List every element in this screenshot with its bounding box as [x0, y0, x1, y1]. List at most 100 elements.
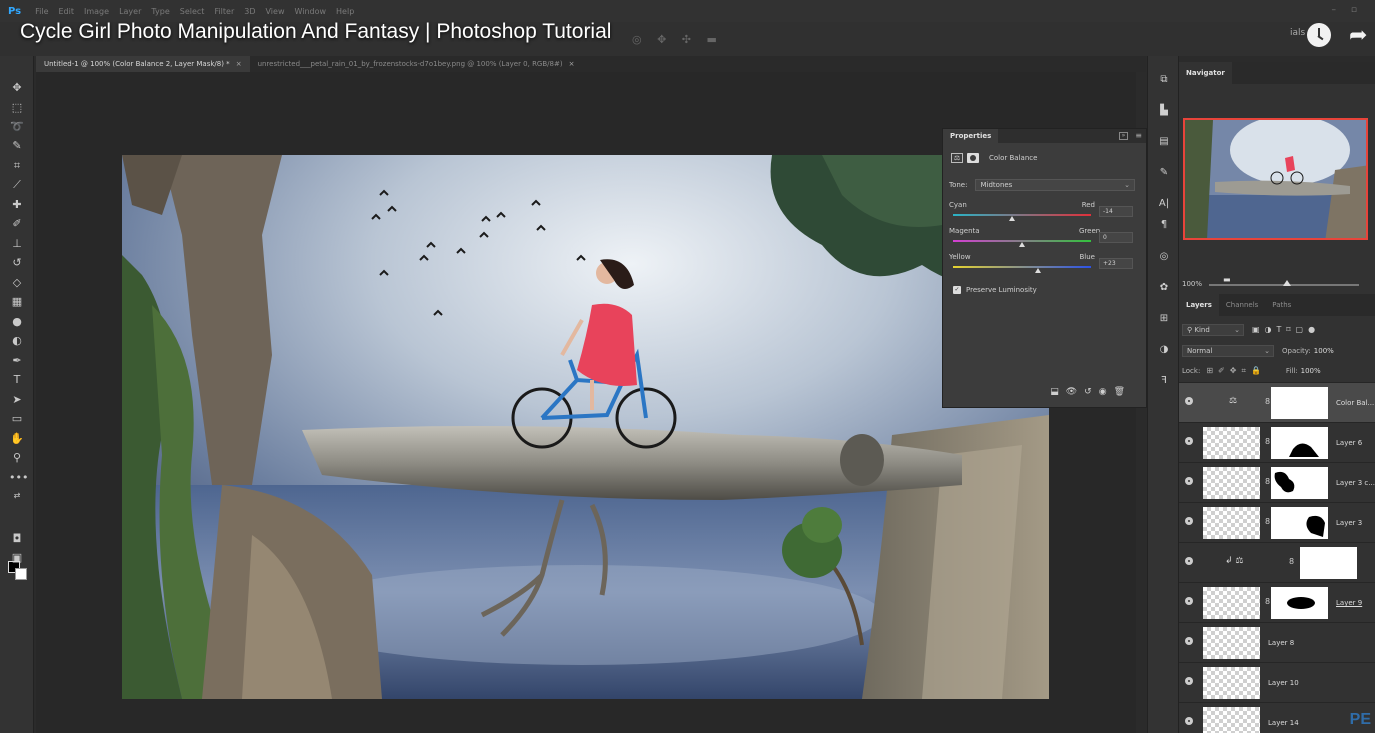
layer-row-adjustment[interactable]: ↲ ⚖ 8 — [1179, 542, 1375, 582]
character-icon[interactable]: A| — [1156, 197, 1172, 211]
type-tool-icon[interactable]: T — [9, 372, 25, 388]
preserve-luminosity-row[interactable]: ✓ Preserve Luminosity — [953, 286, 1037, 294]
menu-image[interactable]: Image — [84, 7, 109, 16]
menu-file[interactable]: File — [35, 7, 48, 16]
eye-icon[interactable] — [1185, 677, 1193, 685]
grid-panel-icon[interactable]: ⊞ — [1156, 312, 1172, 326]
clip-to-layer-icon[interactable]: ⬓ — [1050, 387, 1066, 397]
eye-icon[interactable] — [1185, 597, 1193, 605]
link-icon[interactable]: 8 — [1265, 477, 1270, 486]
layer-name[interactable]: Color Bal... — [1336, 399, 1374, 407]
layer-row-layer-8[interactable]: Layer 8 — [1179, 622, 1375, 662]
layer-name[interactable]: Layer 8 — [1268, 639, 1294, 647]
visibility-icon[interactable]: ◉ — [1099, 387, 1114, 397]
rectangle-tool-icon[interactable]: ▭ — [9, 411, 25, 427]
slider-value-input[interactable]: +23 — [1099, 258, 1133, 269]
lock-icons[interactable]: ⊞✐✥⌗🔒 — [1206, 366, 1266, 376]
layer-thumbnail[interactable] — [1203, 667, 1260, 699]
brush-tool-icon[interactable]: ✐ — [9, 216, 25, 232]
eye-icon[interactable] — [1185, 517, 1193, 525]
navigator-zoom-value[interactable]: 100% — [1182, 280, 1202, 288]
menu-help[interactable]: Help — [336, 7, 354, 16]
trash-icon[interactable]: 🗑 — [1114, 387, 1132, 397]
kind-filter-dropdown[interactable]: ⚲ Kind ⌄ — [1182, 323, 1244, 336]
layer-name[interactable]: Layer 3 — [1336, 519, 1362, 527]
layer-thumbnail[interactable] — [1203, 427, 1260, 459]
menu-select[interactable]: Select — [180, 7, 205, 16]
tab-untitled-1[interactable]: Untitled-1 @ 100% (Color Balance 2, Laye… — [36, 56, 250, 72]
eye-icon[interactable] — [1185, 557, 1193, 565]
dodge-tool-icon[interactable]: ◐ — [9, 333, 25, 349]
tab-paths[interactable]: Paths — [1265, 294, 1298, 316]
opacity-control[interactable]: Opacity: 100% — [1282, 347, 1334, 355]
view-previous-icon[interactable]: 👁 — [1066, 387, 1084, 397]
healing-brush-icon[interactable]: ✚ — [9, 197, 25, 213]
adjustments-icon[interactable]: ▤ — [1156, 135, 1172, 149]
layer-thumbnail[interactable] — [1203, 467, 1260, 499]
layer-name[interactable]: Layer 10 — [1268, 679, 1299, 687]
eye-icon[interactable] — [1185, 437, 1193, 445]
share-icon[interactable]: ➦ — [1349, 25, 1373, 47]
swap-colors-icon[interactable]: ⇄ — [9, 488, 25, 504]
quick-select-tool-icon[interactable]: ✎ — [9, 138, 25, 154]
layer-mask-thumbnail[interactable] — [1271, 387, 1328, 419]
slider-track[interactable] — [953, 266, 1091, 268]
slider-value-input[interactable]: -14 — [1099, 206, 1133, 217]
layer-thumbnail[interactable] — [1203, 707, 1260, 733]
layer-row-color-balance[interactable]: ⚖ 8 Color Bal... — [1179, 382, 1375, 422]
layer-mask-thumbnail[interactable] — [1300, 547, 1357, 579]
layer-mask-thumbnail[interactable] — [1271, 587, 1328, 619]
hand-tool-icon[interactable]: ✋ — [9, 431, 25, 447]
background-color-swatch[interactable] — [15, 568, 27, 580]
layer-row-layer-3[interactable]: 8 Layer 3 — [1179, 502, 1375, 542]
link-icon[interactable]: 8 — [1289, 557, 1294, 566]
options-3d-icons[interactable]: ◎ ✥ ✣ ▬ — [632, 33, 723, 46]
gradient-tool-icon[interactable]: ▦ — [9, 294, 25, 310]
tab-close-icon[interactable]: × — [569, 60, 575, 68]
eye-icon[interactable] — [1185, 397, 1193, 405]
workspace-label[interactable]: ials — [1290, 28, 1305, 38]
slider-thumb[interactable] — [1019, 242, 1025, 247]
screen-mode-icon[interactable]: ▣ — [9, 550, 25, 566]
layer-thumbnail[interactable] — [1203, 627, 1260, 659]
yellow-blue-slider[interactable]: Yellow Blue +23 — [949, 253, 1135, 283]
preserve-luminosity-checkbox[interactable]: ✓ — [953, 286, 961, 294]
properties-tab[interactable]: Properties — [943, 129, 999, 143]
layer-row-layer-9[interactable]: 8 Layer 9 — [1179, 582, 1375, 622]
tab-channels[interactable]: Channels — [1219, 294, 1265, 316]
panel-menu-icon[interactable]: ≡ — [1135, 131, 1142, 140]
history-icon[interactable]: ⧉ — [1156, 73, 1172, 87]
navigator-zoom-slider[interactable] — [1209, 280, 1359, 286]
swatches-icon[interactable]: ✿ — [1156, 281, 1172, 295]
layer-mask-thumbnail[interactable] — [1271, 507, 1328, 539]
layer-name[interactable]: Layer 14 — [1268, 719, 1299, 727]
zoom-tool-icon[interactable]: ⚲ — [9, 450, 25, 466]
lasso-tool-icon[interactable]: ➰ — [9, 119, 25, 135]
menu-view[interactable]: View — [266, 7, 285, 16]
menu-window[interactable]: Window — [294, 7, 326, 16]
layer-mask-thumbnail[interactable] — [1271, 467, 1328, 499]
eye-icon[interactable] — [1185, 717, 1193, 725]
libraries-icon[interactable]: ◎ — [1156, 250, 1172, 264]
histogram-icon[interactable]: ▙ — [1156, 104, 1172, 118]
slider-thumb[interactable] — [1034, 268, 1041, 273]
paragraph-icon[interactable]: ¶ — [1156, 218, 1172, 232]
clock-icon[interactable] — [1307, 23, 1331, 47]
layer-row-layer-6[interactable]: 8 Layer 6 — [1179, 422, 1375, 462]
layer-row-layer-3-copy[interactable]: 8 Layer 3 c... — [1179, 462, 1375, 502]
tab-layers[interactable]: Layers — [1179, 294, 1219, 316]
menu-edit[interactable]: Edit — [59, 7, 75, 16]
layer-mask-thumbnail[interactable] — [1271, 427, 1328, 459]
link-icon[interactable]: 8 — [1265, 597, 1270, 606]
opacity-value[interactable]: 100% — [1314, 347, 1334, 355]
menu-3d[interactable]: 3D — [244, 7, 255, 16]
styles-icon[interactable]: ◑ — [1156, 343, 1172, 357]
pen-tool-icon[interactable]: ✒ — [9, 353, 25, 369]
path-select-icon[interactable]: ➤ — [9, 392, 25, 408]
crop-tool-icon[interactable]: ⌗ — [9, 158, 25, 174]
brush-settings-icon[interactable]: ✎ — [1156, 166, 1172, 180]
window-controls[interactable]: – ▫ — [1332, 5, 1363, 15]
blur-tool-icon[interactable]: ● — [9, 314, 25, 330]
layer-name[interactable]: Layer 9 — [1336, 599, 1362, 607]
glyphs-icon[interactable]: ꟻ — [1156, 374, 1172, 388]
